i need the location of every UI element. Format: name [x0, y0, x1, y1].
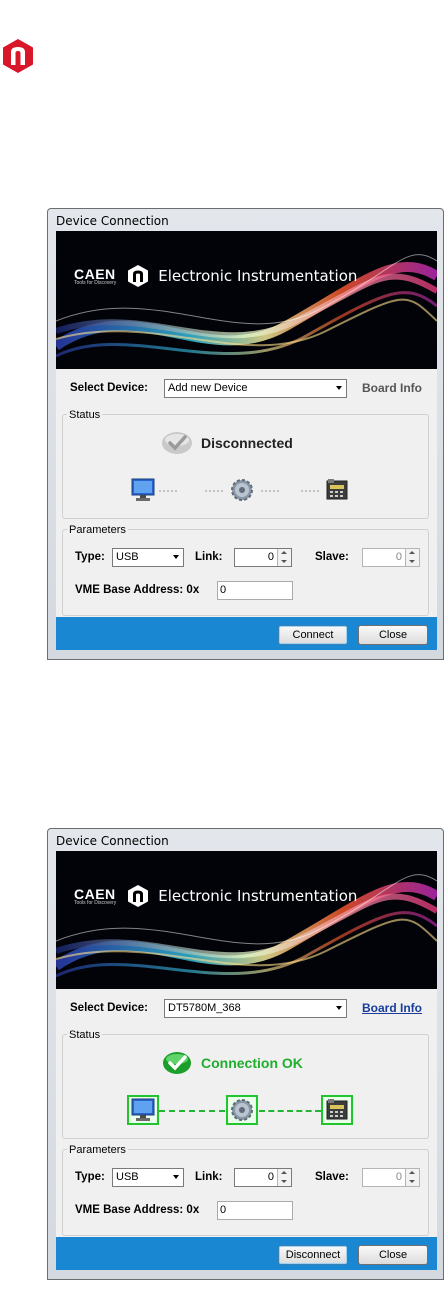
caen-tagline: Tools for Discovery: [74, 900, 117, 906]
chevron-down-icon: [336, 1006, 342, 1010]
link-label: Link:: [195, 551, 223, 563]
connection-type-row: Type: USB Link: 0 Slave: 0: [75, 548, 425, 568]
slave-value: 0: [395, 1171, 402, 1183]
spinner-arrows-icon[interactable]: [405, 549, 419, 566]
link-spinner[interactable]: 0: [234, 1168, 292, 1187]
board-info-link[interactable]: Board Info: [362, 1001, 422, 1015]
slave-spinner[interactable]: 0: [362, 1168, 420, 1187]
caen-tagline: Tools for Discovery: [74, 280, 117, 286]
select-device-dropdown[interactable]: Add new Device: [164, 379, 347, 398]
caen-banner: CAEN Tools for Discovery Electronic Inst…: [56, 851, 437, 989]
select-device-row: Select Device: Add new Device Board Info: [70, 378, 430, 400]
status-indicator: Connection OK: [161, 1051, 303, 1075]
parameters-group: Parameters Type: USB Link: 0 Slave: 0 VM…: [62, 524, 429, 616]
select-device-value: DT5780M_368: [168, 1002, 241, 1014]
monitor-icon: [127, 1095, 159, 1125]
select-device-value: Add new Device: [168, 382, 248, 394]
connector-line: [205, 490, 223, 492]
window-title: Device Connection: [56, 214, 169, 228]
select-device-label: Select Device:: [70, 382, 148, 394]
device-connection-window: Device Connection CAEN Tools for Discove…: [47, 208, 444, 660]
connector-line: [259, 1110, 321, 1112]
gear-icon: [226, 1095, 258, 1125]
slave-spinner[interactable]: 0: [362, 548, 420, 567]
select-device-dropdown[interactable]: DT5780M_368: [164, 999, 347, 1018]
connection-panel: Select Device: DT5780M_368 Board Info St…: [56, 989, 437, 1237]
parameters-group: Parameters Type: USB Link: 0 Slave: 0 VM…: [62, 1144, 429, 1236]
vme-address-row: VME Base Address: 0x 0: [75, 581, 315, 601]
type-value: USB: [116, 551, 139, 563]
banner-brand: CAEN Tools for Discovery Electronic Inst…: [74, 885, 357, 907]
slave-label: Slave:: [315, 551, 349, 563]
check-icon: [163, 1052, 191, 1074]
status-indicator: Disconnected: [161, 431, 293, 455]
close-button[interactable]: Close: [358, 625, 428, 645]
vme-base-address-input[interactable]: 0: [217, 581, 293, 600]
window-title: Device Connection: [56, 834, 169, 848]
connection-diagram: [123, 477, 373, 503]
type-label: Type:: [75, 1171, 105, 1183]
connection-type-row: Type: USB Link: 0 Slave: 0: [75, 1168, 425, 1188]
dialog-footer: Disconnect Close: [56, 1237, 437, 1270]
link-value: 0: [267, 551, 274, 563]
caen-brand: CAEN Tools for Discovery: [74, 266, 116, 286]
type-dropdown[interactable]: USB: [112, 548, 184, 567]
chevron-down-icon: [336, 386, 342, 390]
board-device-icon: [321, 1095, 353, 1125]
status-text: Disconnected: [201, 435, 293, 451]
slave-label: Slave:: [315, 1171, 349, 1183]
caen-n-badge-icon: [128, 885, 149, 907]
vme-base-address-label: VME Base Address: 0x: [75, 584, 200, 596]
connector-line: [159, 490, 177, 492]
caen-n-hexagon-icon: [2, 38, 34, 74]
parameters-group-title: Parameters: [67, 1144, 128, 1156]
caen-banner: CAEN Tools for Discovery Electronic Inst…: [56, 231, 437, 369]
chevron-down-icon: [173, 555, 179, 559]
connector-line: [301, 490, 319, 492]
link-spinner[interactable]: 0: [234, 548, 292, 567]
status-group-title: Status: [67, 1029, 103, 1041]
select-device-row: Select Device: DT5780M_368 Board Info: [70, 998, 430, 1020]
connect-button[interactable]: Connect: [278, 625, 348, 645]
banner-tagline: Electronic Instrumentation: [158, 267, 358, 285]
type-value: USB: [116, 1171, 139, 1183]
monitor-icon: [129, 477, 157, 503]
banner-tagline: Electronic Instrumentation: [158, 887, 358, 905]
type-label: Type:: [75, 551, 105, 563]
caen-n-badge-icon: [128, 265, 149, 287]
status-group-title: Status: [67, 409, 103, 421]
type-dropdown[interactable]: USB: [112, 1168, 184, 1187]
spinner-arrows-icon[interactable]: [277, 549, 291, 566]
chevron-down-icon: [173, 1175, 179, 1179]
connection-panel: Select Device: Add new Device Board Info…: [56, 369, 437, 617]
spinner-arrows-icon[interactable]: [405, 1169, 419, 1186]
select-device-label: Select Device:: [70, 1002, 148, 1014]
check-icon: [162, 432, 192, 454]
vme-base-address-input[interactable]: 0: [217, 1201, 293, 1220]
vme-base-address-label: VME Base Address: 0x: [75, 1204, 200, 1216]
status-group: Status Connection OK: [62, 1029, 429, 1139]
link-value: 0: [267, 1171, 274, 1183]
connector-line: [159, 1110, 225, 1112]
disconnect-button[interactable]: Disconnect: [278, 1245, 348, 1265]
parameters-group-title: Parameters: [67, 524, 128, 536]
status-group: Status Disconnected: [62, 409, 429, 519]
link-label: Link:: [195, 1171, 223, 1183]
connector-line: [261, 490, 279, 492]
gear-icon: [228, 477, 256, 503]
vme-address-row: VME Base Address: 0x 0: [75, 1201, 315, 1221]
slave-value: 0: [395, 551, 402, 563]
dialog-footer: Connect Close: [56, 617, 437, 650]
banner-brand: CAEN Tools for Discovery Electronic Inst…: [74, 265, 357, 287]
board-device-icon: [323, 477, 351, 503]
status-text: Connection OK: [201, 1055, 303, 1071]
caen-brand: CAEN Tools for Discovery: [74, 886, 116, 906]
board-info-link[interactable]: Board Info: [362, 381, 422, 395]
device-connection-window: Device Connection CAEN Tools for Discove…: [47, 828, 444, 1280]
spinner-arrows-icon[interactable]: [277, 1169, 291, 1186]
close-button[interactable]: Close: [358, 1245, 428, 1265]
connection-diagram: [123, 1095, 373, 1125]
